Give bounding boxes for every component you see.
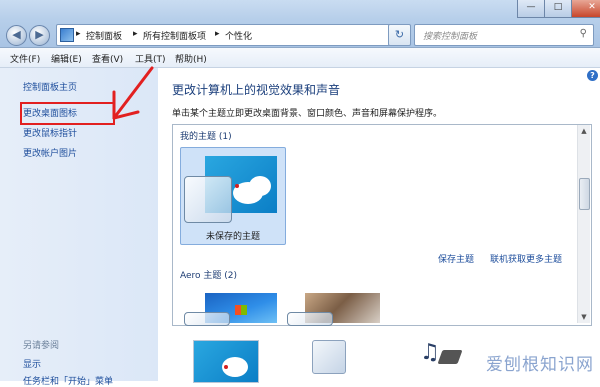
address-bar[interactable]: ▸ 控制面板 ▸ 所有控制面板项 ▸ 个性化 ▾ xyxy=(56,24,410,46)
theme-list-scrollbar[interactable]: ▲ ▼ xyxy=(577,125,590,323)
aero-preview-window-color xyxy=(287,312,333,326)
link-change-mouse-pointers[interactable]: 更改鼠标指针 xyxy=(23,126,77,139)
sound-music-notes-icon[interactable]: ♫ xyxy=(420,340,440,365)
back-button[interactable]: ◀ xyxy=(6,25,27,46)
get-more-themes-link[interactable]: 联机获取更多主题 xyxy=(490,252,562,265)
desktop-background-option[interactable] xyxy=(193,340,259,383)
save-theme-link[interactable]: 保存主题 xyxy=(438,252,474,265)
window-color-option[interactable] xyxy=(312,340,346,374)
watermark: 爱刨根知识网 xyxy=(486,355,594,375)
menu-edit[interactable]: 编辑(E) xyxy=(51,52,82,65)
breadcrumb-all-items[interactable]: 所有控制面板项 xyxy=(143,29,206,42)
maximize-button[interactable]: □ xyxy=(544,0,572,18)
page-subtitle: 单击某个主题立即更改桌面背景、窗口颜色、声音和屏幕保护程序。 xyxy=(172,109,443,119)
windows-logo-icon xyxy=(235,305,247,315)
aero-preview-window-color xyxy=(184,312,230,326)
close-button[interactable]: ✕ xyxy=(571,0,600,18)
aero-themes-heading: Aero 主题 (2) xyxy=(180,271,238,281)
search-placeholder: 搜索控制面板 xyxy=(423,32,478,42)
refresh-icon[interactable]: ↻ xyxy=(388,24,411,46)
breadcrumb-separator-icon: ▸ xyxy=(133,29,138,39)
minimize-button[interactable]: — xyxy=(517,0,545,18)
link-control-panel-home[interactable]: 控制面板主页 xyxy=(23,80,77,93)
control-panel-icon xyxy=(60,28,74,42)
sound-speaker-icon xyxy=(437,350,463,364)
theme-preview-window-color xyxy=(184,176,232,223)
theme-tile-label: 未保存的主题 xyxy=(206,232,261,242)
annotation-arrow xyxy=(112,66,154,120)
link-display[interactable]: 显示 xyxy=(23,357,41,370)
menu-help[interactable]: 帮助(H) xyxy=(175,52,207,65)
help-icon[interactable]: ? xyxy=(587,70,598,81)
breadcrumb-separator-icon: ▸ xyxy=(215,29,220,39)
scroll-up-icon[interactable]: ▲ xyxy=(578,125,590,137)
menu-file[interactable]: 文件(F) xyxy=(10,52,40,65)
breadcrumb-separator-icon: ▸ xyxy=(76,29,81,39)
breadcrumb-personalization[interactable]: 个性化 xyxy=(225,29,252,42)
page-title: 更改计算机上的视觉效果和声音 xyxy=(172,83,341,97)
see-also-heading: 另请参阅 xyxy=(23,341,60,351)
search-input[interactable]: 搜索控制面板 ⚲ xyxy=(414,24,594,46)
scroll-down-icon[interactable]: ▼ xyxy=(578,311,590,323)
menu-bar: 文件(F) 编辑(E) 查看(V) 工具(T) 帮助(H) xyxy=(0,48,600,68)
scrollbar-thumb[interactable] xyxy=(579,178,590,210)
link-change-account-picture[interactable]: 更改帐户图片 xyxy=(23,146,77,159)
my-themes-heading: 我的主题 (1) xyxy=(180,132,232,142)
forward-button[interactable]: ▶ xyxy=(29,25,50,46)
search-icon: ⚲ xyxy=(579,28,587,39)
breadcrumb-control-panel[interactable]: 控制面板 xyxy=(86,29,122,42)
